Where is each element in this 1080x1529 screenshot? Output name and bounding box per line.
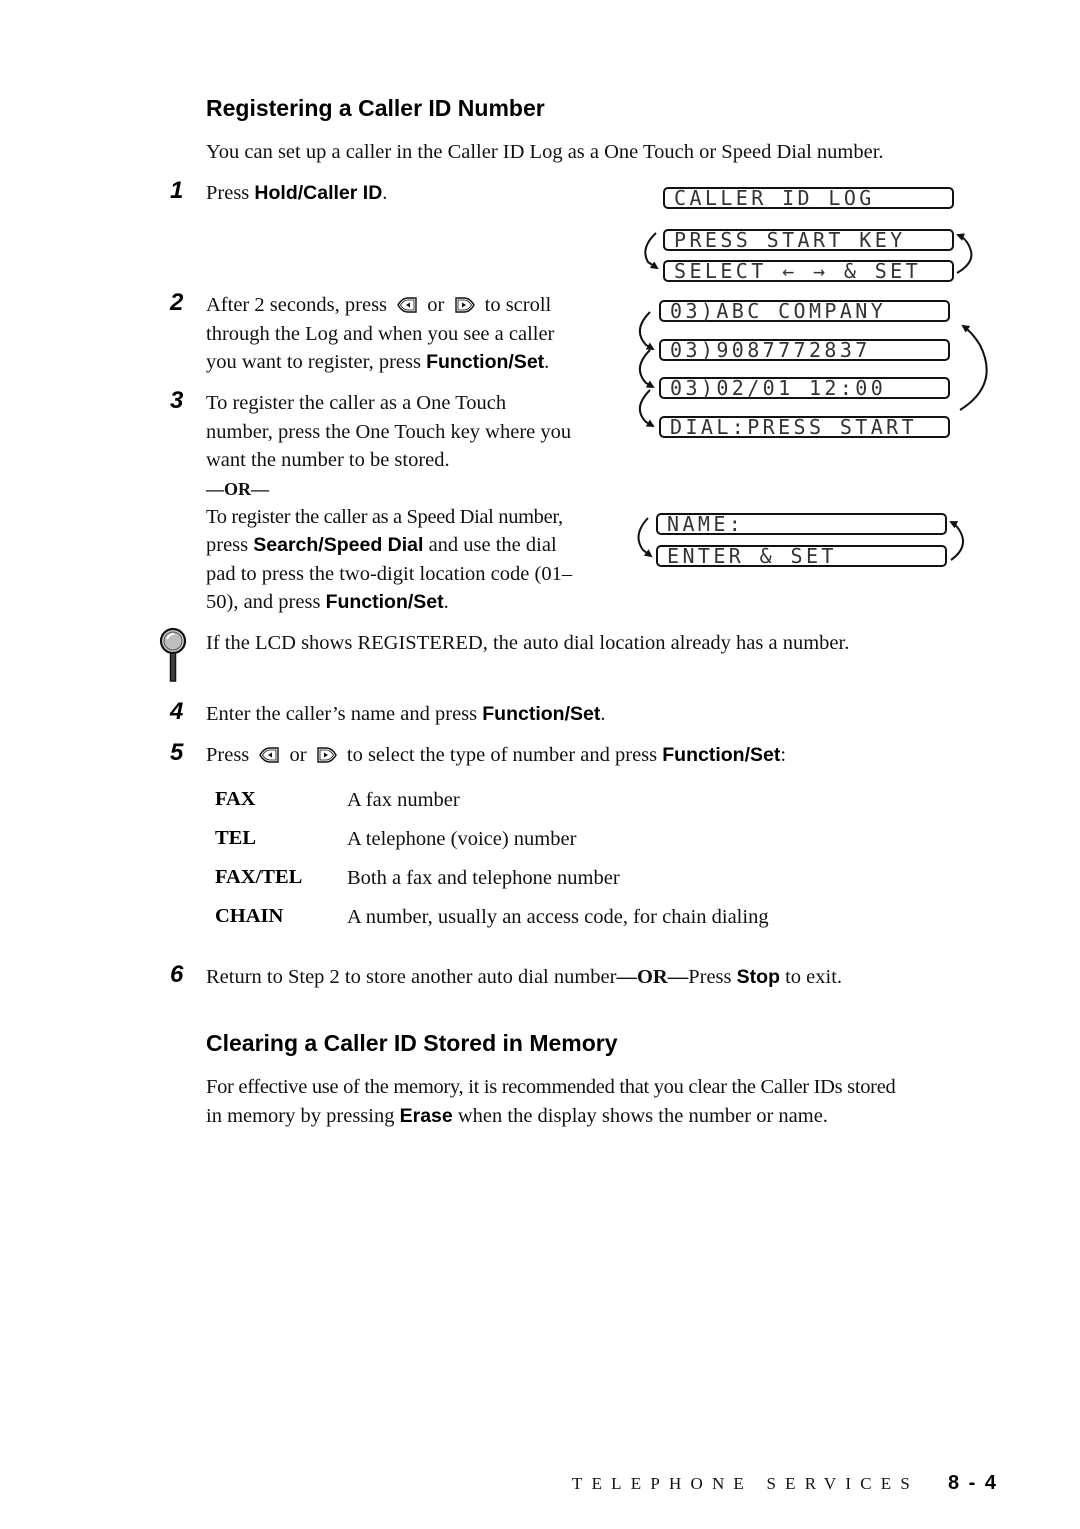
number-type-desc: A fax number (347, 789, 460, 811)
arrow-left-cycle-1 (644, 232, 659, 270)
section-title-clearing: Clearing a Caller ID Stored in Memory (206, 1030, 618, 1056)
number-type-desc: A number, usually an access code, for ch… (347, 906, 769, 928)
step-6-text: Return to Step 2 to store another auto d… (206, 963, 842, 992)
page-number: 8 - 4 (948, 1472, 999, 1494)
arrow-group-2 (639, 311, 988, 427)
number-type-label: FAX/TEL (215, 866, 303, 888)
step-5-pre: Press (206, 744, 250, 766)
step-6-post: to exit. (779, 966, 843, 988)
step-6-mid: Press (688, 966, 737, 988)
section-2-text: For effective use of the memory, it is r… (206, 1073, 1006, 1130)
note-text: If the LCD shows REGISTERED, the auto di… (206, 632, 850, 654)
step-5-post: : (780, 744, 787, 766)
magnifier-icon (159, 627, 187, 682)
arrow-right-cycle-3 (949, 521, 964, 561)
arrow-group-1 (644, 232, 973, 274)
step-5-mid: to select the type of number and press (346, 744, 663, 766)
arrow-return-to-top (959, 324, 988, 411)
arrow-right-cycle-1 (956, 233, 973, 274)
arrow-entry-2-3 (639, 349, 655, 388)
erase-key: Erase (399, 1104, 453, 1127)
section-2-line-2-pre: in memory by pressing (206, 1104, 400, 1127)
arrow-entry-3-4 (639, 389, 655, 427)
number-type-label: FAX (215, 788, 256, 810)
number-type-label: CHAIN (215, 905, 284, 927)
number-type-desc: A telephone (voice) number (347, 828, 577, 850)
step-6-pre: Return to Step 2 to store another auto d… (206, 966, 617, 988)
footer-chapter: TELEPHONE SERVICES (572, 1474, 919, 1493)
step-number-5: 5 (170, 739, 184, 766)
number-type-label: TEL (215, 827, 257, 849)
step-4-post: . (600, 703, 606, 725)
arrow-left-cycle-3 (637, 517, 653, 558)
number-type-desc: Both a fax and telephone number (347, 867, 620, 889)
function-set-key: Function/Set (662, 744, 781, 766)
stop-key: Stop (736, 966, 780, 988)
step-5-text: Press or to select the type of number an… (206, 741, 786, 770)
step-number-4: 4 (170, 698, 184, 725)
step-number-6: 6 (170, 961, 184, 988)
section-2-line-2: in memory by pressing Erase when the dis… (206, 1102, 1006, 1131)
left-arrow-key-icon (259, 747, 280, 763)
step-5-or: or (289, 744, 307, 766)
right-arrow-key-icon (317, 747, 337, 763)
arrow-entry-1-2 (639, 311, 655, 350)
step-6-or: —OR— (616, 966, 689, 988)
section-2-line-1: For effective use of the memory, it is r… (206, 1076, 896, 1098)
step-4-pre: Enter the caller’s name and press (206, 703, 483, 725)
arrow-group-3 (637, 517, 964, 561)
section-2-line-2-post: when the display shows the number or nam… (452, 1104, 828, 1127)
step-4-text: Enter the caller’s name and press Functi… (206, 700, 605, 729)
function-set-key: Function/Set (482, 703, 601, 725)
